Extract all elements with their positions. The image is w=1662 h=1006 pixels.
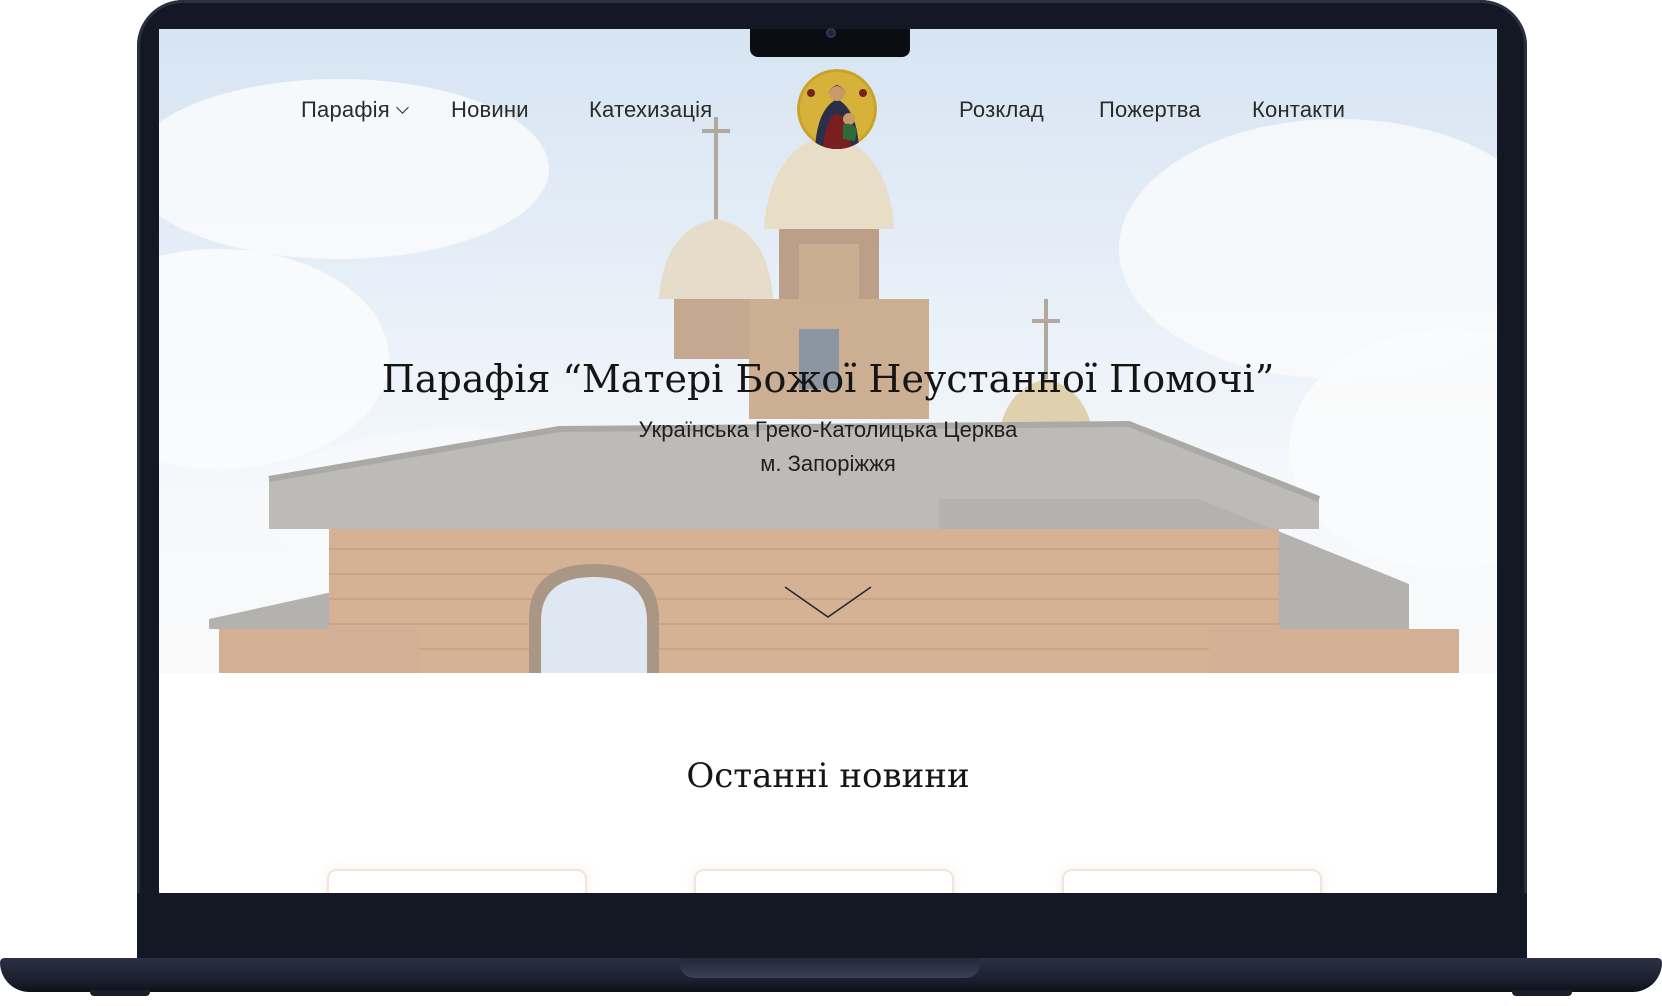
scroll-down-button[interactable] [783,585,873,621]
nav-item-schedule[interactable]: Розклад [959,97,1044,123]
chevron-down-icon [395,101,409,114]
nav-item-news[interactable]: Новини [451,97,529,123]
parish-logo[interactable] [797,69,877,149]
nav-item-label: Пожертва [1099,97,1201,122]
laptop-foot-left [90,990,150,996]
laptop-mockup: Парафія Новини Катехизація Розклад Пожер… [0,0,1662,1006]
laptop-trackpad-notch [680,958,980,978]
news-card[interactable] [694,869,954,893]
nav-item-label: Контакти [1252,97,1346,122]
news-card[interactable] [327,869,587,893]
hero-subtitle-city: м. Запоріжжя [760,451,896,476]
nav-item-label: Розклад [959,97,1044,122]
icon-of-mother-of-perpetual-help [797,69,877,149]
latest-news-heading: Останні новини [686,756,970,796]
hero-title: Парафія “Матері Божої Неустанної Помочі” [381,357,1275,401]
laptop-foot-right [1512,990,1572,996]
laptop-chin [137,893,1527,962]
hero-subtitle-church: Українська Греко-Католицька Церква [638,417,1018,442]
screen-bezel: Парафія Новини Катехизація Розклад Пожер… [159,29,1497,893]
chevron-down-icon [784,586,872,618]
camera-icon [826,28,836,38]
nav-item-label: Катехизація [589,97,713,122]
web-page: Парафія Новини Катехизація Розклад Пожер… [159,29,1497,893]
nav-item-parish[interactable]: Парафія [301,97,409,123]
nav-item-contacts[interactable]: Контакти [1252,97,1345,123]
news-card[interactable] [1062,869,1322,893]
nav-item-donation[interactable]: Пожертва [1099,97,1201,123]
nav-item-catechesis[interactable]: Катехизація [589,97,712,123]
nav-item-label: Парафія [301,97,390,122]
nav-item-label: Новини [451,97,529,122]
